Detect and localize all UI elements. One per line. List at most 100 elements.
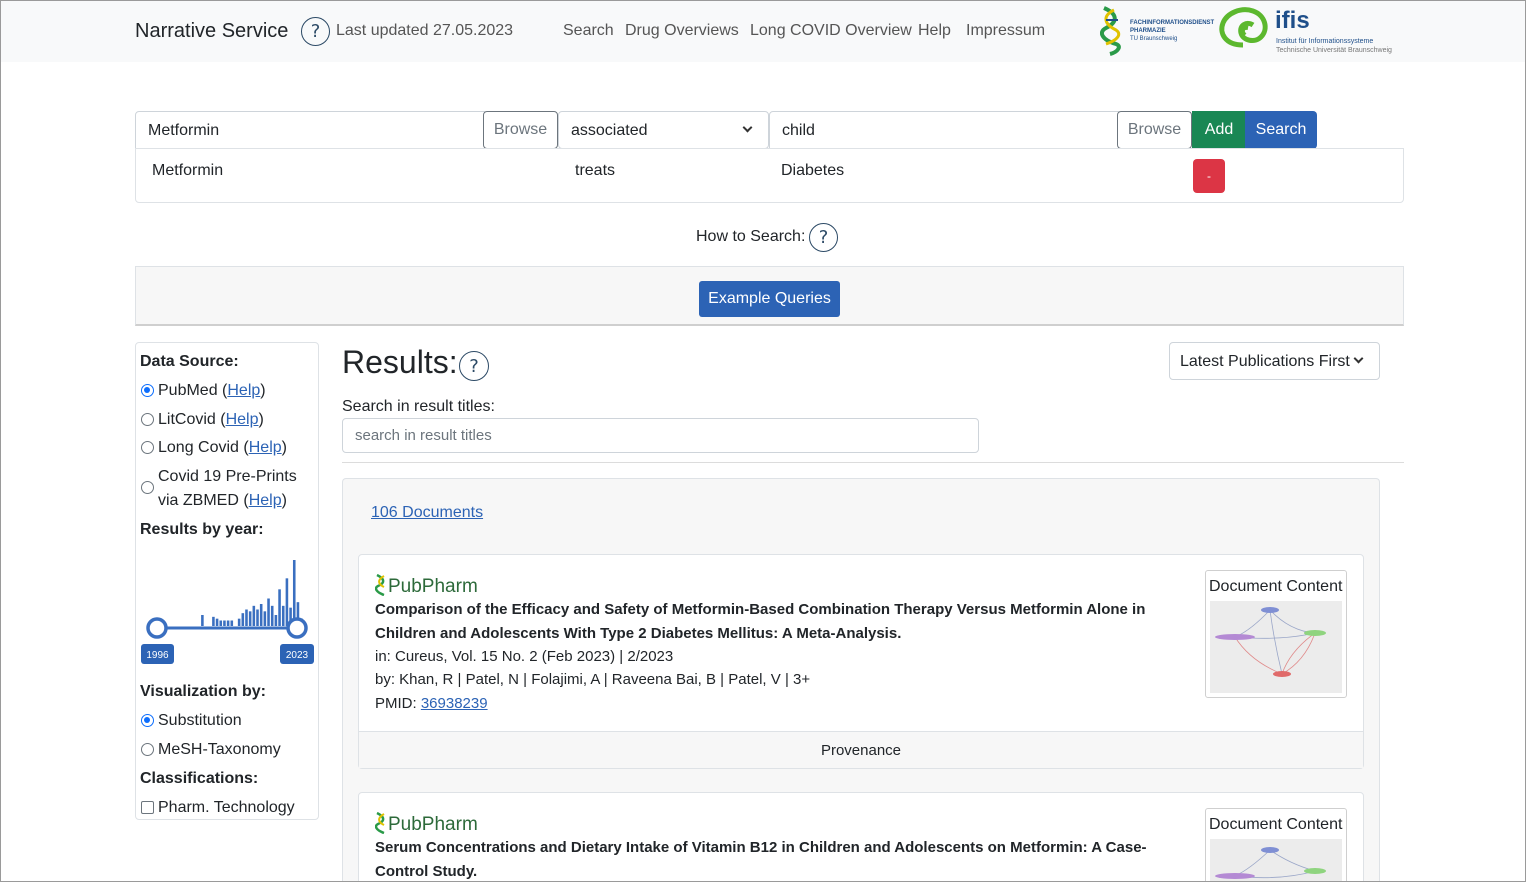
radio-mesh-taxonomy[interactable] (141, 743, 154, 756)
results-title: Results: (342, 344, 458, 380)
year-bar (274, 615, 278, 626)
year-bar (219, 620, 223, 626)
last-updated: Last updated 27.05.2023 (336, 22, 514, 39)
brand-title[interactable]: Narrative Service (135, 20, 288, 43)
add-button[interactable]: Add (1192, 111, 1246, 149)
pubpharm-icon (375, 574, 385, 596)
results-by-year-chart: 1996 2023 (141, 560, 314, 664)
source-litcovid[interactable]: LitCovid (Help) (158, 411, 264, 429)
zbmed-help-link[interactable]: Help (249, 492, 282, 509)
year-to-label: 2023 (286, 650, 309, 661)
document-title[interactable]: Comparison of the Efficacy and Safety of… (375, 598, 1185, 646)
provenance-bar[interactable]: Provenance (359, 731, 1363, 768)
document-graph-thumbnail[interactable] (1210, 601, 1342, 693)
year-bar (241, 613, 245, 626)
long-covid-help-link[interactable]: Help (249, 439, 282, 456)
year-bar (226, 620, 230, 626)
year-bar (267, 598, 270, 626)
source-pubmed[interactable]: PubMed (Help) (158, 382, 266, 400)
document-content-label: Document Content (1209, 578, 1343, 595)
document-count-link[interactable]: 106 Documents (371, 504, 483, 522)
year-range-end-handle[interactable] (286, 617, 308, 639)
document-graph-thumbnail[interactable] (1210, 839, 1342, 882)
year-bar (281, 605, 285, 626)
visualization-substitution[interactable]: Substitution (158, 712, 242, 730)
year-bar (212, 616, 215, 626)
source-covid-preprints[interactable]: Covid 19 Pre-Prints (158, 468, 297, 486)
results-by-year-heading: Results by year: (140, 521, 264, 538)
document-journal: in: Cureus, Vol. 15 No. 2 (Feb 2023) | 2… (375, 648, 674, 665)
litcovid-help-link[interactable]: Help (226, 411, 259, 428)
nav-search[interactable]: Search (563, 22, 614, 40)
year-bar (278, 589, 281, 626)
ifis-swirl-icon (1219, 7, 1268, 48)
year-bar (256, 609, 259, 626)
pubpharm-logo: PubPharm (375, 812, 478, 836)
nav-help[interactable]: Help (918, 22, 951, 40)
results-help-icon[interactable]: ? (459, 351, 489, 381)
subject-browse-button[interactable]: Browse (483, 111, 558, 149)
visualization-heading: Visualization by: (140, 683, 266, 700)
pharmazie-logo[interactable]: FACHINFORMATIONSDIENST PHARMAZIE TU Brau… (1100, 6, 1215, 56)
document-pmid: PMID: 36938239 (375, 695, 488, 712)
source-covid-preprints-line2[interactable]: via ZBMED (Help) (158, 492, 287, 510)
year-bar (245, 609, 248, 626)
visualization-mesh-taxonomy[interactable]: MeSH-Taxonomy (158, 741, 281, 759)
radio-litcovid[interactable] (141, 413, 154, 426)
year-bar (252, 605, 256, 626)
how-to-search-help-icon[interactable]: ? (809, 223, 838, 252)
data-source-heading: Data Source: (140, 353, 239, 370)
year-bar (263, 611, 267, 626)
radio-pubmed[interactable] (141, 384, 154, 397)
title-search-input[interactable]: search in result titles (342, 418, 979, 453)
year-bar (223, 620, 226, 626)
sort-value: Latest Publications First (1180, 353, 1350, 370)
relation-select[interactable]: associated (558, 111, 769, 149)
object-browse-button[interactable]: Browse (1117, 111, 1192, 149)
help-icon[interactable]: ? (301, 17, 330, 46)
pharmazie-logo-icon (1100, 6, 1121, 56)
classification-pharm-technology[interactable]: Pharm. Technology (158, 799, 295, 817)
pmid-link[interactable]: 36938239 (421, 695, 488, 712)
radio-covid-preprints[interactable] (141, 481, 154, 494)
pubpharm-logo: PubPharm (375, 574, 478, 598)
sort-select[interactable]: Latest Publications First (1169, 342, 1380, 380)
nav-impressum[interactable]: Impressum (966, 22, 1045, 40)
fact-relation: treats (575, 162, 616, 179)
classifications-heading: Classifications: (140, 770, 259, 787)
radio-substitution[interactable] (141, 714, 154, 727)
year-bar (270, 605, 274, 626)
year-range-start-handle[interactable] (146, 617, 168, 639)
object-input[interactable]: child (769, 111, 1119, 149)
ifis-logo[interactable]: ifis Institut für Informationssysteme Te… (1215, 5, 1407, 57)
subject-input[interactable]: Metformin (135, 111, 485, 149)
example-queries-button[interactable]: Example Queries (699, 281, 840, 317)
nav-drug-overviews[interactable]: Drug Overviews (625, 22, 739, 40)
document-authors: by: Khan, R | Patel, N | Folajimi, A | R… (375, 671, 811, 688)
divider (342, 462, 1404, 463)
year-bar (230, 620, 234, 626)
checkbox-pharm-technology[interactable] (141, 801, 154, 814)
title-search-label: Search in result titles: (342, 398, 495, 415)
year-bar (248, 611, 252, 626)
source-long-covid[interactable]: Long Covid (Help) (158, 439, 287, 457)
fact-object: Diabetes (781, 162, 845, 179)
remove-fact-button[interactable]: - (1193, 159, 1225, 193)
year-bar (292, 560, 296, 626)
document-title[interactable]: Serum Concentrations and Dietary Intake … (375, 836, 1185, 882)
radio-long-covid[interactable] (141, 441, 154, 454)
search-button[interactable]: Search (1245, 111, 1317, 149)
year-from-label: 1996 (146, 650, 169, 661)
relation-value: associated (571, 122, 648, 139)
fact-subject: Metformin (152, 162, 224, 179)
year-bar (285, 578, 289, 626)
pubpharm-icon (375, 812, 385, 834)
year-bar (237, 618, 241, 626)
pubmed-help-link[interactable]: Help (227, 382, 260, 399)
year-bar (259, 604, 263, 626)
year-bar (215, 618, 219, 626)
nav-long-covid-overview[interactable]: Long COVID Overview (750, 22, 912, 40)
document-content-label: Document Content (1209, 816, 1343, 833)
year-bar (201, 615, 204, 626)
how-to-search-label: How to Search: (696, 228, 806, 245)
